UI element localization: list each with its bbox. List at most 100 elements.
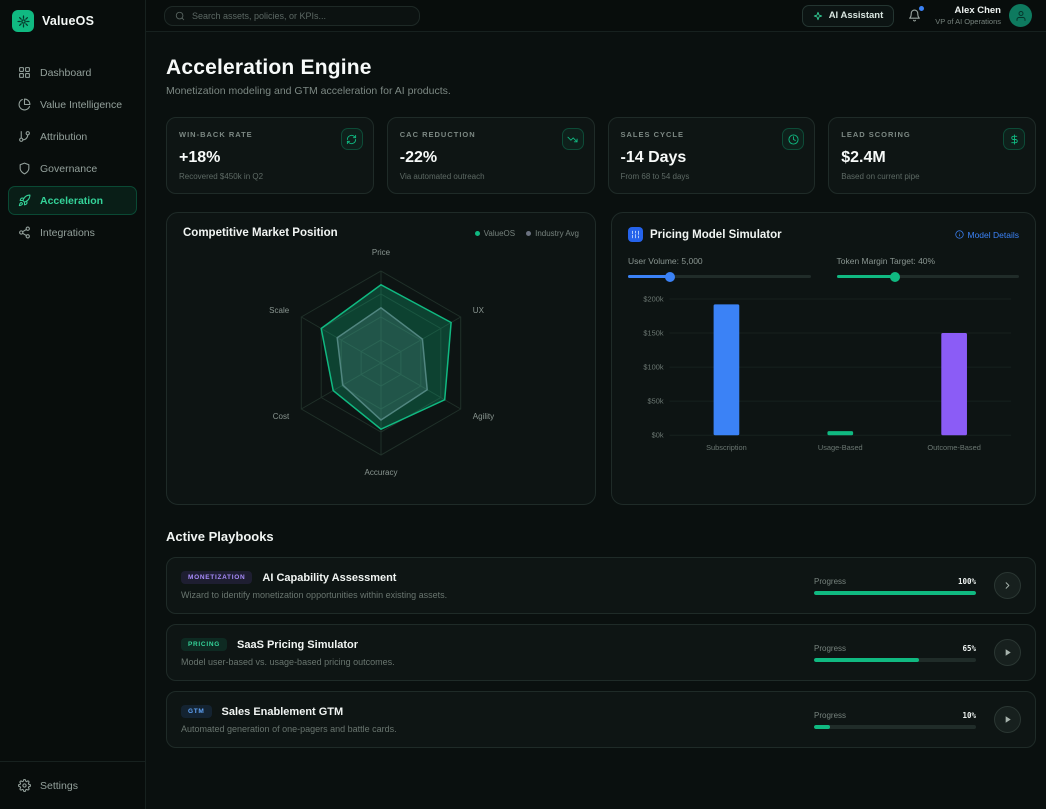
playbook-progress: Progress 100% — [814, 577, 976, 595]
legend-dot-icon — [475, 231, 480, 236]
panel-title-wrap: Pricing Model Simulator — [628, 227, 782, 242]
app-name: ValueOS — [42, 14, 94, 28]
playbook-description: Wizard to identify monetization opportun… — [181, 590, 796, 600]
branch-icon — [18, 130, 31, 143]
kpi-card-win-back-rate: WIN-BACK RATE +18% Recovered $450k in Q2 — [166, 117, 374, 194]
slider-track[interactable] — [628, 275, 811, 278]
info-icon — [955, 230, 964, 239]
slider-track[interactable] — [837, 275, 1020, 278]
sidebar-item-integrations[interactable]: Integrations — [8, 218, 137, 247]
svg-text:Cost: Cost — [273, 412, 290, 421]
topbar-actions: AI Assistant Alex Chen VP of AI Operatio… — [802, 4, 1032, 27]
slider-thumb[interactable] — [665, 272, 675, 282]
user-role: VP of AI Operations — [935, 17, 1001, 26]
notifications-button[interactable] — [908, 9, 921, 22]
radar-legend: ValueOSIndustry Avg — [475, 229, 579, 238]
chevron-right-icon — [1002, 580, 1013, 591]
user-meta: Alex Chen VP of AI Operations — [935, 5, 1001, 26]
svg-text:Price: Price — [372, 248, 391, 257]
progress-bar-fill — [814, 658, 919, 662]
progress-row: Progress 100% — [814, 577, 976, 586]
play-icon — [1002, 647, 1013, 658]
slider-token-margin-target: Token Margin Target: 40% — [837, 256, 1020, 278]
svg-text:Outcome-Based: Outcome-Based — [927, 443, 980, 452]
playbook-description: Model user-based vs. usage-based pricing… — [181, 657, 796, 667]
ai-assistant-label: AI Assistant — [829, 10, 884, 21]
playbook-title: SaaS Pricing Simulator — [237, 639, 358, 651]
sidebar-item-settings[interactable]: Settings — [8, 771, 137, 800]
ai-assistant-button[interactable]: AI Assistant — [802, 5, 895, 27]
playbook-open-button[interactable] — [994, 572, 1021, 599]
search-input[interactable] — [192, 11, 409, 21]
playbook-play-button[interactable] — [994, 706, 1021, 733]
playbook-row-saas-pricing-simulator: PRICING SaaS Pricing Simulator Model use… — [166, 624, 1036, 681]
bell-icon — [908, 9, 921, 22]
svg-text:Agility: Agility — [473, 412, 494, 421]
sidebar-item-label: Acceleration — [40, 195, 103, 207]
kpi-value: -22% — [400, 149, 582, 167]
dollar-icon — [1003, 128, 1025, 150]
progress-bar-fill — [814, 591, 976, 595]
app-root: ValueOS Dashboard Value Intelligence Attri… — [0, 0, 1046, 809]
sidebar-item-label: Attribution — [40, 131, 87, 143]
sidebar: ValueOS Dashboard Value Intelligence Attri… — [0, 0, 146, 809]
kpi-card-cac-reduction: CAC REDUCTION -22% Via automated outreac… — [387, 117, 595, 194]
sidebar-item-acceleration[interactable]: Acceleration — [8, 186, 137, 215]
global-search[interactable] — [164, 6, 420, 26]
sidebar-item-value-intelligence[interactable]: Value Intelligence — [8, 90, 137, 119]
playbook-title-row: GTM Sales Enablement GTM — [181, 705, 796, 718]
trend-down-icon — [562, 128, 584, 150]
playbook-category-badge: PRICING — [181, 638, 227, 651]
playbook-title-row: MONETIZATION AI Capability Assessment — [181, 571, 796, 584]
panel-header: Competitive Market Position ValueOSIndus… — [183, 227, 579, 239]
refresh-icon — [341, 128, 363, 150]
kpi-label: SALES CYCLE — [621, 130, 803, 139]
playbook-title: Sales Enablement GTM — [222, 706, 344, 718]
avatar[interactable] — [1009, 4, 1032, 27]
progress-bar — [814, 658, 976, 662]
sidebar-item-label: Governance — [40, 163, 97, 175]
page-title: Acceleration Engine — [166, 56, 1036, 80]
kpi-value: $2.4M — [841, 149, 1023, 167]
sidebar-item-attribution[interactable]: Attribution — [8, 122, 137, 151]
slider-thumb[interactable] — [890, 272, 900, 282]
user-menu[interactable]: Alex Chen VP of AI Operations — [935, 4, 1032, 27]
person-icon — [1015, 10, 1027, 22]
grid-icon — [18, 66, 31, 79]
gear-icon — [18, 779, 31, 792]
playbook-row-ai-capability-assessment: MONETIZATION AI Capability Assessment Wi… — [166, 557, 1036, 614]
sidebar-item-dashboard[interactable]: Dashboard — [8, 58, 137, 87]
playbooks-section-title: Active Playbooks — [166, 529, 1036, 544]
slider-label: Token Margin Target: 40% — [837, 256, 1020, 266]
svg-text:UX: UX — [473, 306, 485, 315]
search-icon — [175, 11, 185, 21]
playbook-category-badge: MONETIZATION — [181, 571, 252, 584]
kpi-label: CAC REDUCTION — [400, 130, 582, 139]
sidebar-nav: Dashboard Value Intelligence Attribution Go… — [0, 42, 145, 255]
slider-fill — [837, 275, 895, 278]
simulator-sliders: User Volume: 5,000 Token Margin Target: … — [628, 256, 1019, 278]
model-details-link[interactable]: Model Details — [955, 230, 1020, 240]
kpi-caption: Recovered $450k in Q2 — [179, 172, 361, 181]
kpi-grid: WIN-BACK RATE +18% Recovered $450k in Q2… — [166, 117, 1036, 194]
model-details-label: Model Details — [968, 230, 1020, 240]
panel-title: Pricing Model Simulator — [650, 229, 782, 241]
playbook-progress: Progress 65% — [814, 644, 976, 662]
svg-text:$150k: $150k — [643, 328, 663, 337]
sidebar-item-governance[interactable]: Governance — [8, 154, 137, 183]
kpi-caption: From 68 to 54 days — [621, 172, 803, 181]
progress-bar-fill — [814, 725, 830, 729]
kpi-label: WIN-BACK RATE — [179, 130, 361, 139]
sparkles-icon — [813, 11, 823, 21]
app-logo[interactable]: ValueOS — [0, 0, 145, 42]
playbook-play-button[interactable] — [994, 639, 1021, 666]
svg-text:Scale: Scale — [269, 306, 290, 315]
playbook-title-row: PRICING SaaS Pricing Simulator — [181, 638, 796, 651]
kpi-value: +18% — [179, 149, 361, 167]
slider-label: User Volume: 5,000 — [628, 256, 811, 266]
progress-label: Progress — [814, 577, 846, 586]
progress-bar — [814, 591, 976, 595]
panel-header: Pricing Model Simulator Model Details — [628, 227, 1019, 242]
playbook-category-badge: GTM — [181, 705, 212, 718]
valueos-logo-icon — [12, 10, 34, 32]
